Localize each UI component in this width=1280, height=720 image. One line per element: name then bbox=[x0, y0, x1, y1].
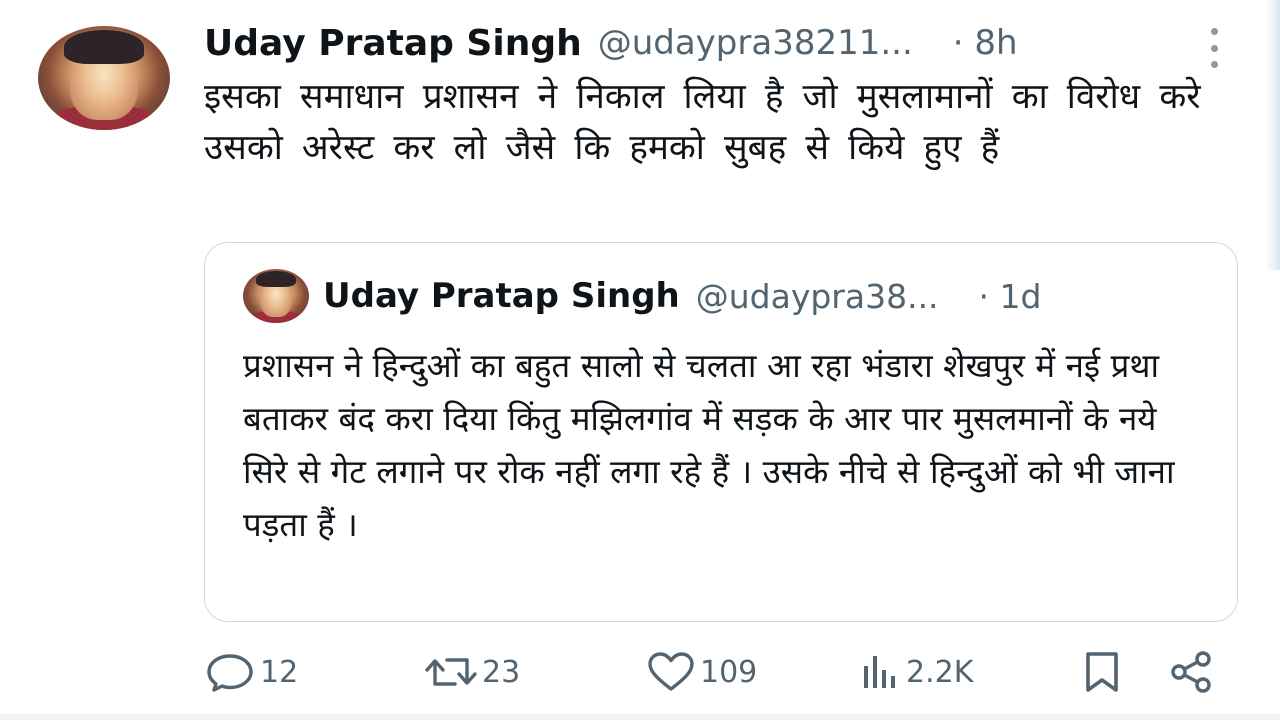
reply-icon bbox=[207, 654, 253, 692]
author-handle[interactable]: @udaypra38211... bbox=[598, 23, 913, 63]
bookmark-button[interactable] bbox=[1080, 648, 1124, 696]
reply-count: 12 bbox=[260, 654, 299, 690]
tweet-text: इसका समाधान प्रशासन ने निकाल लिया है जो … bbox=[204, 77, 1201, 168]
views-chart-icon bbox=[864, 656, 895, 688]
repost-button[interactable]: 23 bbox=[424, 648, 520, 696]
avatar-hair bbox=[256, 271, 296, 287]
bookmark-icon bbox=[1086, 652, 1118, 692]
quoted-author-name[interactable]: Uday Pratap Singh bbox=[323, 276, 680, 316]
more-dot bbox=[1210, 28, 1218, 35]
scrollbar-edge[interactable] bbox=[1266, 0, 1280, 270]
share-icon bbox=[1171, 651, 1211, 693]
avatar-hair bbox=[64, 30, 144, 64]
author-avatar[interactable] bbox=[38, 26, 170, 130]
heart-icon bbox=[648, 652, 694, 691]
quoted-author-avatar[interactable] bbox=[243, 269, 309, 323]
more-options-icon[interactable] bbox=[1202, 28, 1226, 68]
tweet-card[interactable]: Uday Pratap Singh @udaypra38211... · 8h … bbox=[0, 0, 1280, 720]
author-name[interactable]: Uday Pratap Singh bbox=[204, 23, 582, 64]
action-bar: 12 23 109 2.2K bbox=[204, 648, 1224, 696]
share-button[interactable] bbox=[1168, 648, 1214, 696]
tweet-header: Uday Pratap Singh @udaypra38211... · 8h bbox=[204, 20, 1018, 66]
more-dot bbox=[1210, 44, 1218, 52]
reply-button[interactable]: 12 bbox=[204, 648, 298, 696]
quoted-tweet-text: प्रशासन ने हिन्दुओं का बहुत सालो से चलता… bbox=[243, 346, 1175, 544]
tweet-timestamp[interactable]: · 8h bbox=[953, 23, 1018, 63]
bottom-divider bbox=[0, 714, 1280, 720]
quoted-tweet-card[interactable]: Uday Pratap Singh @udaypra38... · 1d प्र… bbox=[204, 242, 1238, 622]
quoted-tweet-timestamp[interactable]: · 1d bbox=[979, 277, 1042, 316]
repost-icon bbox=[425, 658, 477, 686]
views-count: 2.2K bbox=[906, 654, 974, 690]
views-button[interactable]: 2.2K bbox=[858, 648, 973, 696]
quoted-author-handle[interactable]: @udaypra38... bbox=[696, 277, 939, 316]
repost-count: 23 bbox=[482, 654, 521, 690]
more-dot bbox=[1210, 61, 1218, 68]
quoted-tweet-header: Uday Pratap Singh @udaypra38... · 1d bbox=[323, 273, 1041, 319]
like-count: 109 bbox=[700, 654, 758, 690]
like-button[interactable]: 109 bbox=[646, 648, 757, 696]
